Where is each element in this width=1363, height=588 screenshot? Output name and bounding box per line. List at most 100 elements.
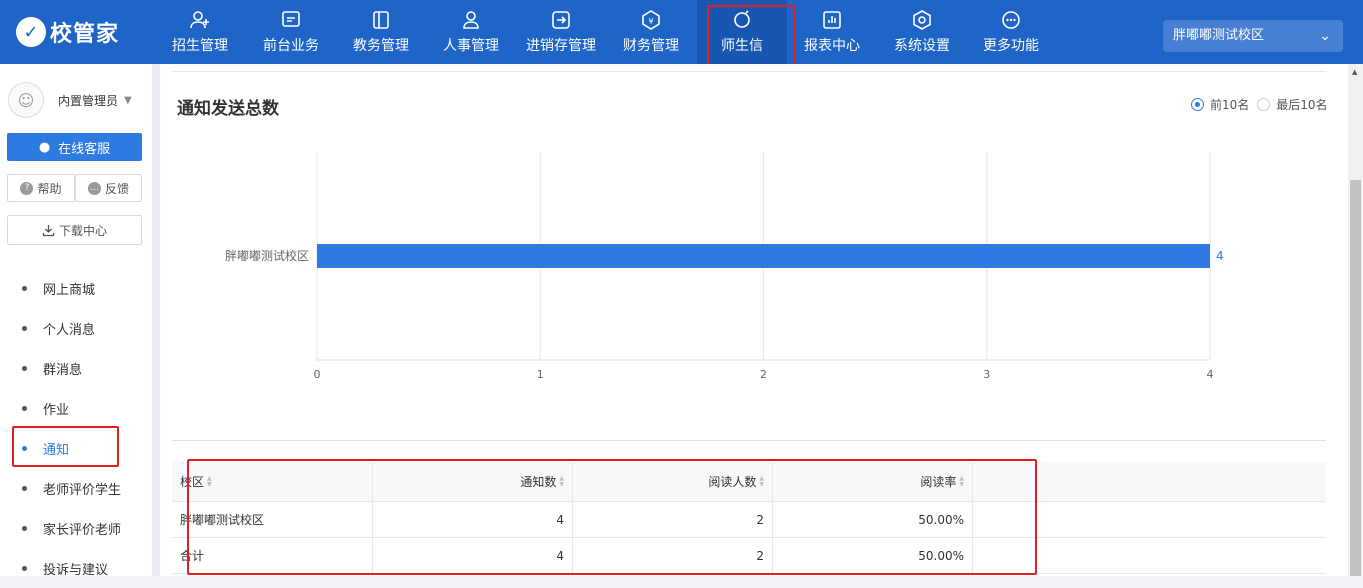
avatar: ☺ (8, 82, 44, 118)
nav-label: 报表中心 (804, 38, 860, 54)
bar-value-label: 4 (1216, 249, 1224, 263)
yen-icon: ¥ (642, 10, 660, 30)
bullet-icon (22, 285, 27, 291)
side-item-label: 网上商城 (43, 282, 96, 298)
nav-label: 系统设置 (894, 38, 950, 54)
campus-name: 胖嘟嘟测试校区 (1173, 28, 1265, 43)
nav-academic[interactable]: 教务管理 (336, 0, 426, 64)
radio-last10[interactable]: 最后10名 (1257, 96, 1328, 113)
cell-read-rate: 50.00% (773, 502, 973, 537)
feedback-button[interactable]: … 反馈 (75, 174, 142, 202)
message-icon (734, 10, 750, 28)
scroll-up-icon[interactable]: ▲ (1352, 68, 1357, 76)
column-header-notifications[interactable]: 通知数 ▲ ▼ (373, 462, 573, 501)
radio-checked-icon (1191, 98, 1204, 111)
question-icon: ? (20, 181, 34, 195)
side-item-group-messages[interactable]: 群消息 (0, 348, 152, 388)
bullet-icon (22, 325, 27, 331)
divider (172, 440, 1326, 441)
sort-icon: ▲ ▼ (959, 474, 964, 488)
radio-unchecked-icon (1257, 98, 1271, 111)
nav-enrollment[interactable]: 招生管理 (155, 0, 245, 64)
nav-reports[interactable]: 报表中心 (787, 0, 877, 64)
side-item-parent-evaluates-teachers[interactable]: 家长评价老师 (0, 508, 152, 548)
download-icon (42, 224, 55, 236)
page-scrollbar[interactable]: ▲ (1348, 64, 1363, 576)
bullet-icon (22, 565, 27, 571)
column-header-readers[interactable]: 阅读人数 ▲ ▼ (573, 462, 773, 501)
side-item-complaints[interactable]: 投诉与建议 (0, 548, 152, 588)
nav-label: 师生信 (721, 38, 763, 54)
x-tick-label: 1 (537, 368, 544, 381)
header-label: 通知数 (520, 475, 557, 489)
radio-label: 最后10名 (1276, 98, 1328, 112)
bar (317, 244, 1210, 268)
cell-notifications: 4 (373, 502, 573, 537)
cell-notifications: 4 (373, 538, 573, 573)
side-item-label: 作业 (43, 402, 70, 418)
settings-icon (913, 10, 931, 30)
radio-label: 前10名 (1210, 98, 1250, 112)
header-label: 校区 (180, 475, 205, 489)
nav-label: 进销存管理 (526, 38, 596, 54)
online-service-button[interactable]: ● 在线客服 (7, 133, 142, 161)
nav-label: 教务管理 (353, 38, 409, 54)
side-item-personal-messages[interactable]: 个人消息 (0, 308, 152, 348)
table-row-total: 合计 4 2 50.00% (172, 538, 1326, 574)
cell-read-rate: 50.00% (773, 538, 973, 573)
user-profile[interactable]: ☺ 内置管理员 ▼ (8, 82, 144, 118)
header-label: 阅读人数 (708, 475, 757, 489)
nav-front-desk[interactable]: 前台业务 (246, 0, 336, 64)
download-center-button[interactable]: 下载中心 (7, 215, 142, 245)
nav-messaging[interactable]: 师生信 (697, 0, 787, 64)
campus-selector[interactable]: 胖嘟嘟测试校区 ⌄ (1163, 20, 1343, 52)
service-label: 在线客服 (58, 141, 111, 157)
brand-logo[interactable]: ✓ 校管家 (16, 16, 119, 48)
download-label: 下载中心 (58, 223, 107, 238)
table-row: 胖嘟嘟测试校区 4 2 50.00% (172, 502, 1326, 538)
side-item-label: 个人消息 (43, 322, 96, 338)
nav-finance[interactable]: ¥ 财务管理 (606, 0, 696, 64)
side-item-notifications[interactable]: 通知 (0, 428, 152, 468)
column-header-empty (973, 462, 1326, 501)
cell-campus: 胖嘟嘟测试校区 (172, 502, 373, 537)
cell-empty (973, 502, 1326, 537)
side-item-teacher-evaluates-students[interactable]: 老师评价学生 (0, 468, 152, 508)
column-header-campus[interactable]: 校区 ▲ ▼ (172, 462, 373, 501)
brand-name: 校管家 (50, 22, 120, 47)
top-navigation-bar: ✓ 校管家 招生管理 前台业务 教务管理 人事管理 进销存管理 ¥ 财务管理 师… (0, 0, 1363, 64)
main-content: 通知发送总数 前10名 最后10名 0 1 2 3 4 胖嘟嘟测试校区 4 校区 ▲ ▼ 通知数… (160, 64, 1348, 576)
bullet-icon (22, 525, 27, 531)
cell-readers: 2 (573, 502, 773, 537)
chat-bubble-icon: … (87, 181, 101, 195)
side-item-homework[interactable]: 作业 (0, 388, 152, 428)
nav-label: 招生管理 (172, 38, 228, 54)
radio-top10[interactable]: 前10名 (1191, 96, 1249, 113)
sort-icon: ▲ ▼ (207, 474, 212, 488)
nav-inventory[interactable]: 进销存管理 (516, 0, 606, 64)
nav-hr[interactable]: 人事管理 (426, 0, 516, 64)
header-label: 阅读率 (920, 475, 957, 489)
side-item-label: 投诉与建议 (43, 562, 109, 578)
section-title: 通知发送总数 (177, 99, 279, 119)
user-add-icon (190, 11, 209, 29)
bullet-icon (22, 365, 27, 371)
sidebar: ☺ 内置管理员 ▼ ● 在线客服 ? 帮助 … 反馈 下载中心 网上商城 个人消… (0, 64, 152, 578)
bullet-icon (22, 405, 27, 411)
side-menu: 网上商城 个人消息 群消息 作业 通知 老师评价学生 家长评价老师 投诉与建议 (0, 268, 152, 588)
stats-table: 校区 ▲ ▼ 通知数 ▲ ▼ 阅读人数 ▲ ▼ 阅读率 ▲ ▼ 胖嘟嘟测试校区 4 2 50.0… (172, 462, 1326, 574)
nav-label: 人事管理 (443, 38, 499, 54)
report-icon (823, 11, 841, 29)
sidebar-gutter (152, 64, 160, 576)
nav-system-settings[interactable]: 系统设置 (877, 0, 967, 64)
nav-label: 财务管理 (623, 38, 679, 54)
help-button[interactable]: ? 帮助 (7, 174, 75, 202)
side-item-mall[interactable]: 网上商城 (0, 268, 152, 308)
column-header-read-rate[interactable]: 阅读率 ▲ ▼ (773, 462, 973, 501)
sort-icon: ▲ ▼ (759, 474, 764, 488)
nav-more[interactable]: 更多功能 (966, 0, 1056, 64)
scrollbar-thumb[interactable] (1350, 180, 1361, 576)
headset-icon: ● (38, 139, 51, 155)
notification-bar-chart: 0 1 2 3 4 胖嘟嘟测试校区 4 (225, 152, 1224, 381)
nav-label: 更多功能 (983, 38, 1039, 54)
